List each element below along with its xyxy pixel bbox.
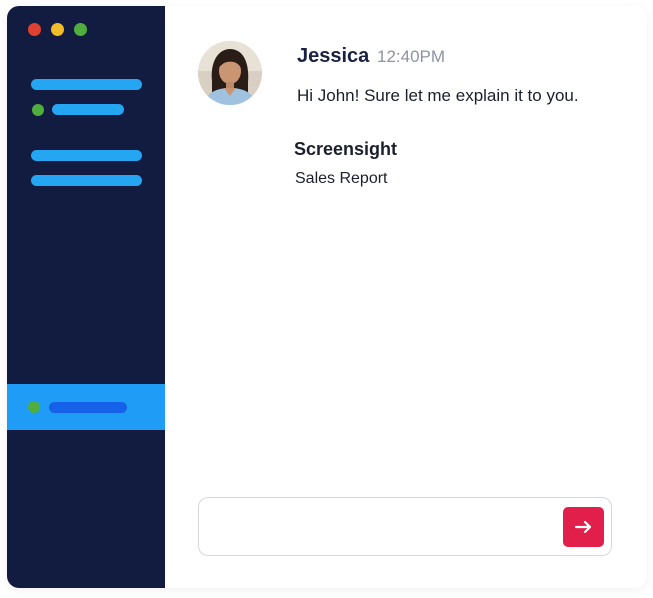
message-timestamp: 12:40PM (377, 47, 446, 66)
maximize-window-button[interactable] (74, 23, 87, 36)
sidebar (7, 6, 165, 588)
sidebar-item-placeholder[interactable] (31, 79, 142, 90)
message-sender: Jessica (297, 45, 370, 67)
conversation-panel: Jessica 12:40PM Hi John! Sure let me exp… (165, 6, 647, 588)
message-text: Hi John! Sure let me explain it to you. (297, 86, 579, 105)
avatar-photo (198, 41, 262, 105)
sidebar-item-active[interactable] (7, 384, 165, 430)
attachment-subtitle[interactable]: Sales Report (295, 170, 388, 188)
sidebar-item-placeholder[interactable] (31, 150, 142, 161)
chat-window: Jessica 12:40PM Hi John! Sure let me exp… (7, 6, 647, 588)
close-window-button[interactable] (28, 23, 41, 36)
message-input[interactable] (198, 497, 612, 556)
minimize-window-button[interactable] (51, 23, 64, 36)
send-button[interactable] (563, 507, 604, 547)
online-status-dot (32, 104, 44, 116)
sidebar-item-placeholder[interactable] (52, 104, 124, 115)
avatar (198, 41, 262, 105)
sidebar-item-placeholder (49, 402, 127, 413)
arrow-right-icon (574, 520, 591, 534)
attachment-title[interactable]: Screensight (294, 139, 397, 160)
sidebar-item-placeholder[interactable] (31, 175, 142, 186)
online-status-dot (28, 401, 40, 413)
